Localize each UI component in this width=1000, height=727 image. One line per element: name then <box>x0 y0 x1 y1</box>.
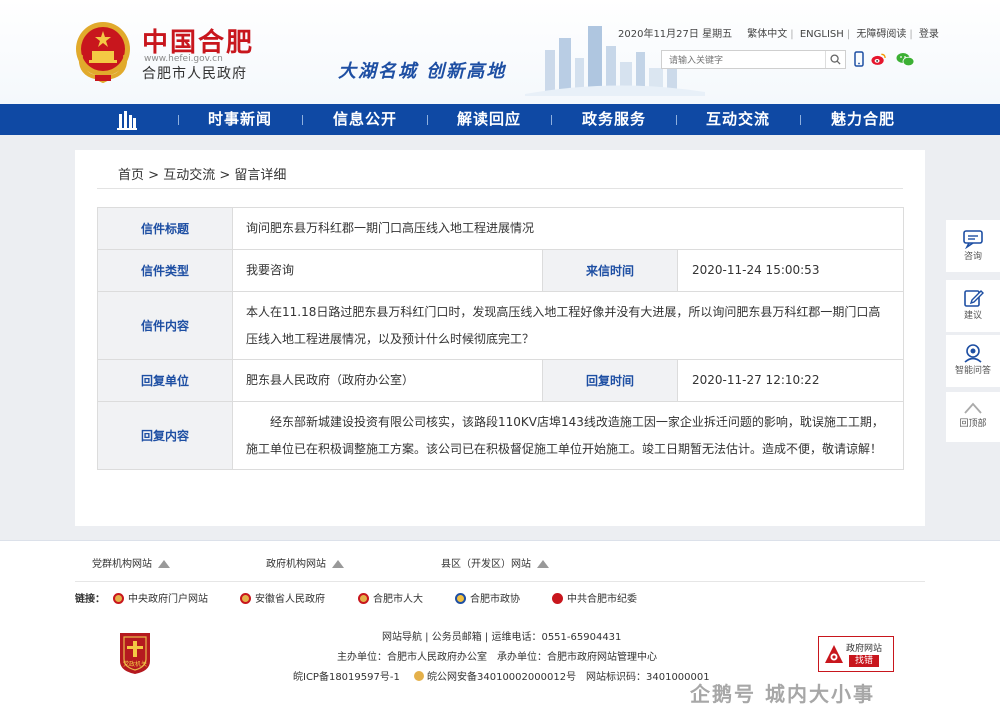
sidebar-item-consult[interactable]: 咨询 <box>946 220 1000 272</box>
sent-time-value: 2020-11-24 15:00:53 <box>676 249 905 292</box>
link-hefei-discipline[interactable]: 中共合肥市纪委 <box>552 590 637 605</box>
error-report-icon <box>825 645 843 663</box>
top-utility-bar: 2020年11月27日 星期五 繁体中文 | ENGLISH | 无障碍阅读 | 登录 <box>618 29 939 40</box>
reply-unit-label: 回复单位 <box>97 359 233 402</box>
sidebar-item-smart-qa[interactable]: 智能问答 <box>946 335 1000 387</box>
breadcrumb-home[interactable]: 首页 <box>118 168 144 183</box>
error-report-title: 政府网站 <box>846 644 883 654</box>
emblem-icon <box>240 593 251 604</box>
footer-police[interactable]: 皖公网安备34010002000012号 <box>414 668 576 683</box>
slogan: 大湖名城 创新高地 <box>338 61 507 82</box>
edit-icon <box>964 290 984 307</box>
table-row: 信件类型 我要咨询 来信时间 2020-11-24 15:00:53 <box>97 249 905 292</box>
traditional-chinese-link[interactable]: 繁体中文 <box>747 29 787 40</box>
sent-time-label: 来信时间 <box>542 249 678 292</box>
footer-nav-counties[interactable]: 县区（开发区）网站 <box>441 555 549 570</box>
link-hefei-npc[interactable]: 合肥市人大 <box>358 590 423 605</box>
assistant-icon <box>964 344 982 363</box>
login-link[interactable]: 登录 <box>919 29 939 40</box>
national-emblem-icon <box>76 22 130 83</box>
footer-divider <box>75 581 925 582</box>
letter-type-label: 信件类型 <box>97 249 233 292</box>
emblem-icon <box>358 593 369 604</box>
main-navigation: 时事新闻 信息公开 解读回应 政务服务 互动交流 魅力合肥 <box>0 104 1000 135</box>
sidebar-label: 回顶部 <box>959 419 987 429</box>
emblem-icon <box>113 593 124 604</box>
party-gov-badge-icon[interactable]: 党政机关 <box>116 631 154 675</box>
main-content: 首页 > 互动交流 > 留言详细 信件标题 询问肥东县万科红郡一期门口高压线入地… <box>75 150 925 526</box>
wechat-icon[interactable] <box>895 50 915 68</box>
search-input[interactable] <box>662 51 826 68</box>
sidebar-item-back-to-top[interactable]: 回顶部 <box>946 392 1000 442</box>
table-row: 信件标题 询问肥东县万科红郡一期门口高压线入地工程进展情况 <box>97 207 905 250</box>
arrow-up-icon <box>964 402 982 414</box>
sidebar-item-suggest[interactable]: 建议 <box>946 280 1000 332</box>
footer-info-links[interactable]: 网站导航 | 公务员邮箱 | 运维电话：0551-65904431 <box>382 628 621 643</box>
letter-detail-table: 信件标题 询问肥东县万科红郡一期门口高压线入地工程进展情况 信件类型 我要咨询 … <box>97 207 905 470</box>
error-report-button: 找错 <box>849 655 880 667</box>
svg-text:党政机关: 党政机关 <box>123 660 147 668</box>
link-hefei-cppcc[interactable]: 合肥市政协 <box>455 590 520 605</box>
letter-content-value: 本人在11.18日路过肥东县万科红门口时，发现高压线入地工程好像并没有大进展，所… <box>231 291 905 360</box>
footer-nav-government[interactable]: 政府机构网站 <box>266 555 344 570</box>
reply-content-label: 回复内容 <box>97 401 233 470</box>
mobile-icon[interactable] <box>851 50 867 68</box>
table-row: 回复单位 肥东县人民政府（政府办公室） 回复时间 2020-11-27 12:1… <box>97 359 905 402</box>
sidebar-label: 建议 <box>963 311 982 321</box>
breadcrumb-interaction[interactable]: 互动交流 <box>163 168 215 183</box>
cppcc-emblem-icon <box>455 593 466 604</box>
sidebar-label: 咨询 <box>963 252 982 262</box>
link-central-gov[interactable]: 中央政府门户网站 <box>113 590 208 605</box>
accessibility-link[interactable]: 无障碍阅读 <box>856 29 906 40</box>
reply-time-label: 回复时间 <box>542 359 678 402</box>
letter-type-value: 我要咨询 <box>232 249 543 292</box>
nav-item-interaction[interactable]: 互动交流 <box>706 104 770 135</box>
triangle-up-icon <box>158 560 170 568</box>
reply-unit-value: 肥东县人民政府（政府办公室） <box>232 359 543 402</box>
nav-item-interpretation[interactable]: 解读回应 <box>457 104 521 135</box>
link-anhui-gov[interactable]: 安徽省人民政府 <box>240 590 325 605</box>
letter-content-label: 信件内容 <box>97 291 233 360</box>
footer-icp[interactable]: 皖ICP备18019597号-1 <box>293 668 400 683</box>
search-icon <box>830 54 841 65</box>
breadcrumb: 首页 > 互动交流 > 留言详细 <box>118 168 287 183</box>
watermark: 企鹅号 城内大小事 <box>690 682 875 706</box>
search-button[interactable] <box>825 51 845 68</box>
letter-title-value: 询问肥东县万科红郡一期门口高压线入地工程进展情况 <box>231 207 905 250</box>
party-emblem-icon <box>552 593 563 604</box>
table-row: 信件内容 本人在11.18日路过肥东县万科红门口时，发现高压线入地工程好像并没有… <box>97 291 905 360</box>
breadcrumb-current: 留言详细 <box>234 168 287 183</box>
sidebar-label: 智能问答 <box>954 366 991 376</box>
reply-time-value: 2020-11-27 12:10:22 <box>676 359 905 402</box>
brand-subtitle: 合肥市人民政府 <box>142 66 247 82</box>
triangle-up-icon <box>537 560 549 568</box>
police-badge-icon <box>414 671 424 681</box>
nav-item-news[interactable]: 时事新闻 <box>208 104 272 135</box>
search-box <box>661 50 846 69</box>
weibo-icon[interactable] <box>871 50 887 68</box>
site-header: 中国合肥 www.hefei.gov.cn 合肥市人民政府 大湖名城 创新高地 … <box>0 0 1000 104</box>
english-link[interactable]: ENGLISH <box>800 29 844 40</box>
chat-icon <box>963 230 983 249</box>
nav-item-info-public[interactable]: 信息公开 <box>333 104 397 135</box>
footer-nav-party[interactable]: 党群机构网站 <box>92 555 170 570</box>
triangle-up-icon <box>332 560 344 568</box>
breadcrumb-divider <box>97 188 903 189</box>
nav-item-charm-hefei[interactable]: 魅力合肥 <box>831 104 895 135</box>
letter-title-label: 信件标题 <box>97 207 233 250</box>
links-label: 链接： <box>75 594 105 605</box>
table-row: 回复内容 经东部新城建设投资有限公司核实，该路段110KV店埠143线改造施工因… <box>97 401 905 470</box>
current-date: 2020年11月27日 星期五 <box>618 29 733 40</box>
nav-item-gov-service[interactable]: 政务服务 <box>582 104 646 135</box>
reply-content-value: 经东部新城建设投资有限公司核实，该路段110KV店埠143线改造施工因一家企业拆… <box>231 401 905 470</box>
home-icon[interactable] <box>116 110 138 130</box>
gov-site-error-report[interactable]: 政府网站 找错 <box>818 636 894 672</box>
footer-host: 主办单位：合肥市人民政府办公室 承办单位：合肥市政府网站管理中心 <box>337 652 657 663</box>
